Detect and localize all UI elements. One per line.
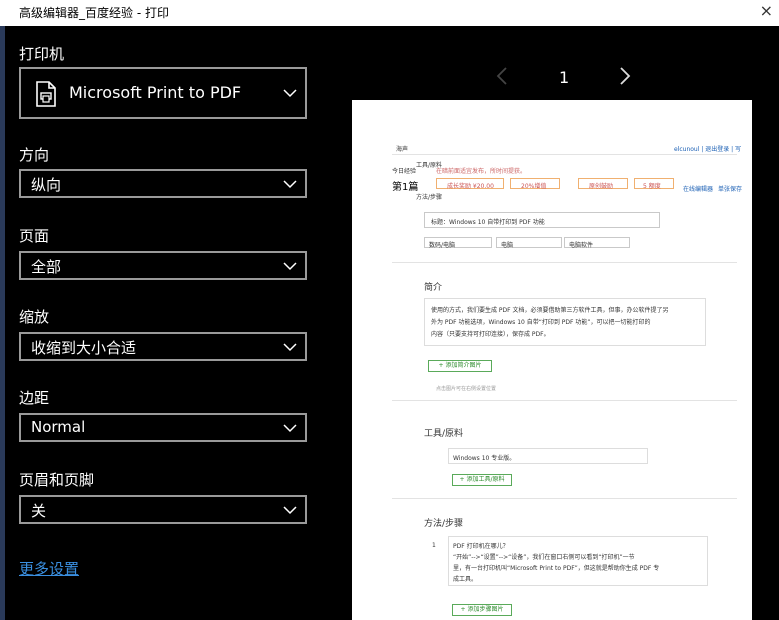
chevron-down-icon	[283, 89, 297, 98]
window-title: 高级编辑器_百度经验 - 打印	[19, 6, 169, 20]
more-settings-link[interactable]: 更多设置	[19, 558, 79, 579]
doc-notice: 在暗前面适宜发布，所时间提获。	[436, 168, 527, 175]
doc-divider	[392, 262, 737, 263]
margins-label: 边距	[19, 389, 50, 407]
left-edge-strip	[0, 26, 5, 620]
scale-select[interactable]: 收缩到大小合适	[19, 332, 307, 361]
doc-chip: 5 额度	[634, 178, 674, 190]
chevron-down-icon	[283, 343, 297, 352]
doc-select-text: 电脑	[501, 242, 514, 249]
doc-step-box: PDF 打印机在哪儿？ “开始”-->“设置”-->“设备”，我们在窗口右侧可以…	[448, 536, 708, 586]
doc-intro-heading: 简介	[424, 283, 443, 293]
doc-select-3: 电脑软件	[564, 237, 630, 249]
doc-chip: 20%增值	[510, 178, 560, 190]
doc-chip: 成长奖励 ¥20.00	[436, 178, 504, 190]
doc-tools-heading: 工具/原料	[424, 429, 464, 439]
scale-label: 缩放	[19, 308, 50, 326]
orientation-label: 方向	[19, 146, 50, 164]
doc-steps-heading: 方法/步骤	[424, 519, 464, 529]
pages-label: 页面	[19, 227, 50, 245]
chevron-down-icon	[283, 180, 297, 189]
doc-intro-line: 外为 PDF 功能选项，Windows 10 自带“打印到 PDF 功能”，可以…	[431, 319, 651, 326]
doc-title-input-text: 标题：Windows 10 自带打印到 PDF 功能	[431, 219, 545, 226]
doc-top-right: elcunoul | 退出登录 | 写	[674, 146, 742, 153]
printer-document-icon	[36, 81, 56, 107]
chevron-down-icon	[283, 506, 297, 515]
scale-value: 收缩到大小合适	[31, 339, 137, 357]
margins-select[interactable]: Normal	[19, 413, 307, 442]
pages-value: 全部	[31, 258, 62, 276]
doc-step-line: “开始”-->“设置”-->“设备”，我们在窗口右侧可以看到“打印机”一节	[453, 554, 635, 561]
pages-select[interactable]: 全部	[19, 251, 307, 280]
doc-add-image-button: + 添加简介图片	[428, 360, 492, 372]
headers-footers-label: 页眉和页脚	[19, 471, 95, 489]
doc-right-link-2: 单张保存	[718, 186, 743, 193]
doc-select-1: 数码/电脑	[424, 237, 492, 249]
printer-select[interactable]: Microsoft Print to PDF	[19, 67, 307, 119]
doc-step-number: 1	[432, 542, 436, 549]
close-icon[interactable]: ×	[760, 1, 773, 20]
doc-top-link: 海声	[396, 146, 409, 153]
doc-title-input: 标题：Windows 10 自带打印到 PDF 功能	[424, 212, 660, 228]
doc-divider	[392, 400, 737, 401]
doc-chip: 原创鼓励	[578, 178, 628, 190]
doc-divider	[392, 154, 737, 155]
page-number: 1	[559, 68, 570, 87]
doc-chip-label: 5 额度	[643, 183, 661, 190]
doc-select-text: 电脑软件	[569, 242, 594, 249]
doc-divider	[392, 498, 737, 499]
doc-step-line: 里，有一台打印机叫“Microsoft Print to PDF”，但这就是帮助…	[453, 565, 660, 572]
chevron-down-icon	[283, 262, 297, 271]
print-preview-page: 海声 elcunoul | 退出登录 | 写 今日经验 第1篇 工具/原料 方法…	[352, 100, 752, 620]
doc-intro-line: 内容（只要支持可打印连接），保存成 PDF。	[431, 331, 550, 338]
printer-value: Microsoft Print to PDF	[69, 83, 242, 102]
doc-chip-label: 成长奖励 ¥20.00	[447, 183, 494, 190]
doc-step-line: 成工具。	[453, 576, 478, 583]
doc-left-line-2: 第1篇	[392, 182, 419, 193]
previous-page-icon[interactable]	[494, 66, 510, 86]
orientation-value: 纵向	[31, 176, 62, 194]
doc-chip-label: 原创鼓励	[589, 183, 614, 190]
doc-tools-box: Windows 10 专业版。	[448, 448, 648, 464]
headers-footers-select[interactable]: 关	[19, 495, 307, 524]
doc-add-tool-button: + 添加工具/原料	[452, 474, 512, 486]
doc-tools-text: Windows 10 专业版。	[453, 455, 516, 462]
doc-select-text: 数码/电脑	[429, 242, 456, 249]
doc-chip-label: 20%增值	[521, 183, 547, 190]
margins-value: Normal	[31, 418, 86, 436]
doc-left-line-1: 今日经验	[392, 168, 417, 175]
next-page-icon[interactable]	[617, 66, 633, 86]
chevron-down-icon	[283, 424, 297, 433]
printer-label: 打印机	[19, 45, 65, 63]
window-titlebar: 高级编辑器_百度经验 - 打印 ×	[0, 0, 779, 26]
doc-intro-box: 使用的方式，我们要生成 PDF 文档，必须要借助第三方软件工具，但事，办公软件提…	[424, 298, 706, 346]
orientation-select[interactable]: 纵向	[19, 169, 307, 198]
doc-intro-line: 使用的方式，我们要生成 PDF 文档，必须要借助第三方软件工具，但事，办公软件提…	[431, 307, 669, 314]
doc-step-title: PDF 打印机在哪儿？	[453, 543, 509, 550]
doc-add-image-hint: 点击图片可在右侧设置位置	[436, 386, 497, 392]
doc-left-line-4: 方法/步骤	[416, 194, 443, 201]
headers-footers-value: 关	[31, 502, 47, 520]
doc-right-link-1: 在线编辑器	[683, 186, 714, 193]
doc-select-2: 电脑	[496, 237, 562, 249]
doc-add-step-button: + 添加步骤图片	[452, 604, 512, 616]
